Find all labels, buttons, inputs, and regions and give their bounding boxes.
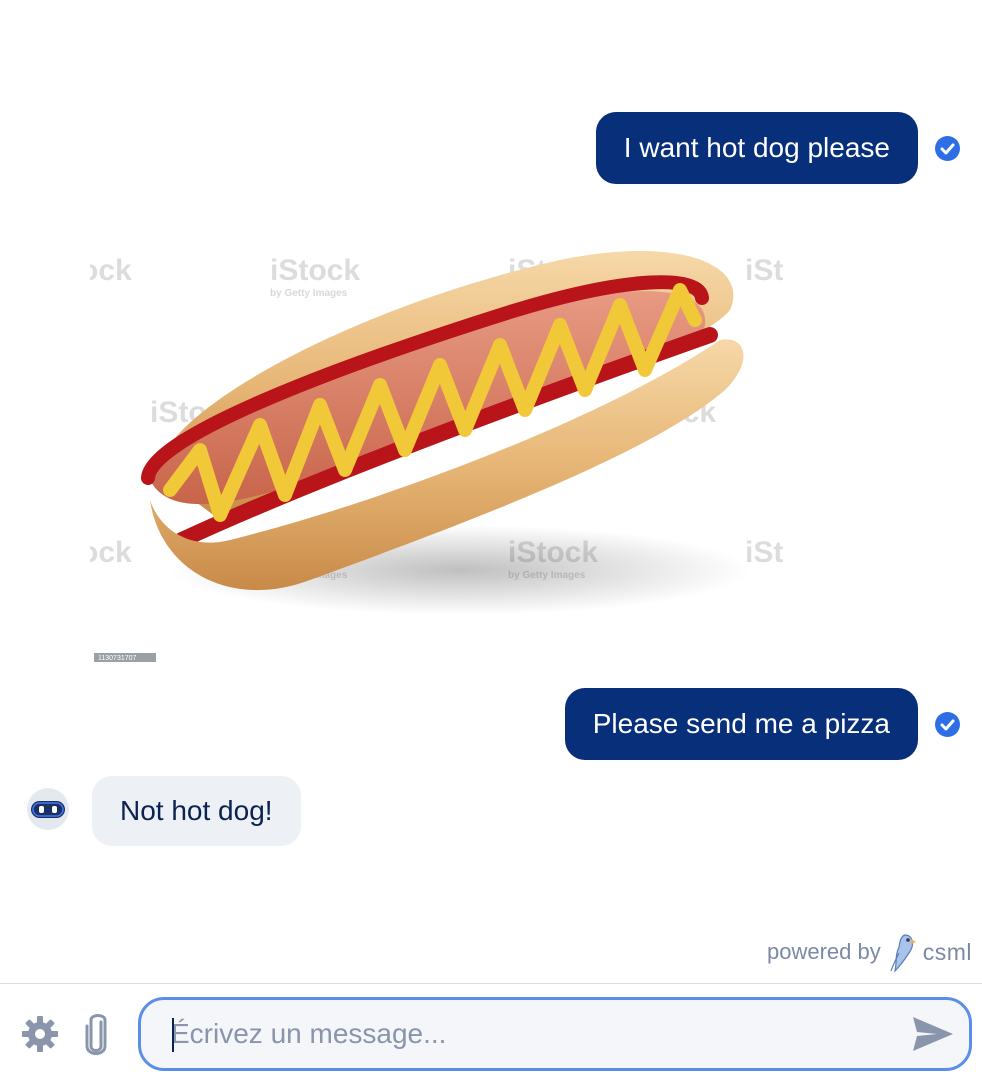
image-id-label: 1130731707 xyxy=(98,655,137,662)
user-message: I want hot dog please xyxy=(595,112,918,184)
svg-text:iSt: iSt xyxy=(745,536,783,569)
message-input-box[interactable] xyxy=(138,997,972,1071)
powered-by-label: powered by xyxy=(766,939,881,964)
brand-name: csml xyxy=(922,938,972,965)
svg-text:iSt: iSt xyxy=(745,254,783,287)
svg-text:by Getty Images: by Getty Images xyxy=(270,288,348,299)
gear-icon[interactable] xyxy=(20,1014,60,1054)
parrot-logo-icon xyxy=(890,934,916,973)
hotdog-image[interactable]: ock iStock iStock iSt iStock iStock iSto… xyxy=(90,240,810,670)
svg-text:iStock: iStock xyxy=(270,254,360,287)
chat-thread: I want hot dog please ck iStock iSt iSto… xyxy=(0,0,982,984)
bot-message: Not hot dog! xyxy=(92,776,301,846)
sent-check-icon xyxy=(935,712,960,737)
sent-check-icon xyxy=(935,136,960,161)
message-text: Not hot dog! xyxy=(120,795,273,826)
user-message: Please send me a pizza xyxy=(564,688,918,760)
svg-text:ock: ock xyxy=(90,536,132,569)
message-text: I want hot dog please xyxy=(623,132,890,163)
svg-text:ock: ock xyxy=(90,254,132,287)
message-input[interactable] xyxy=(171,1000,871,1068)
powered-by[interactable]: powered by csml xyxy=(767,930,972,974)
message-composer xyxy=(0,984,982,1080)
send-icon[interactable] xyxy=(911,1014,955,1054)
text-caret xyxy=(172,1018,174,1052)
paperclip-icon[interactable] xyxy=(82,1012,110,1058)
message-text: Please send me a pizza xyxy=(592,708,890,739)
bot-avatar-icon xyxy=(27,788,69,830)
